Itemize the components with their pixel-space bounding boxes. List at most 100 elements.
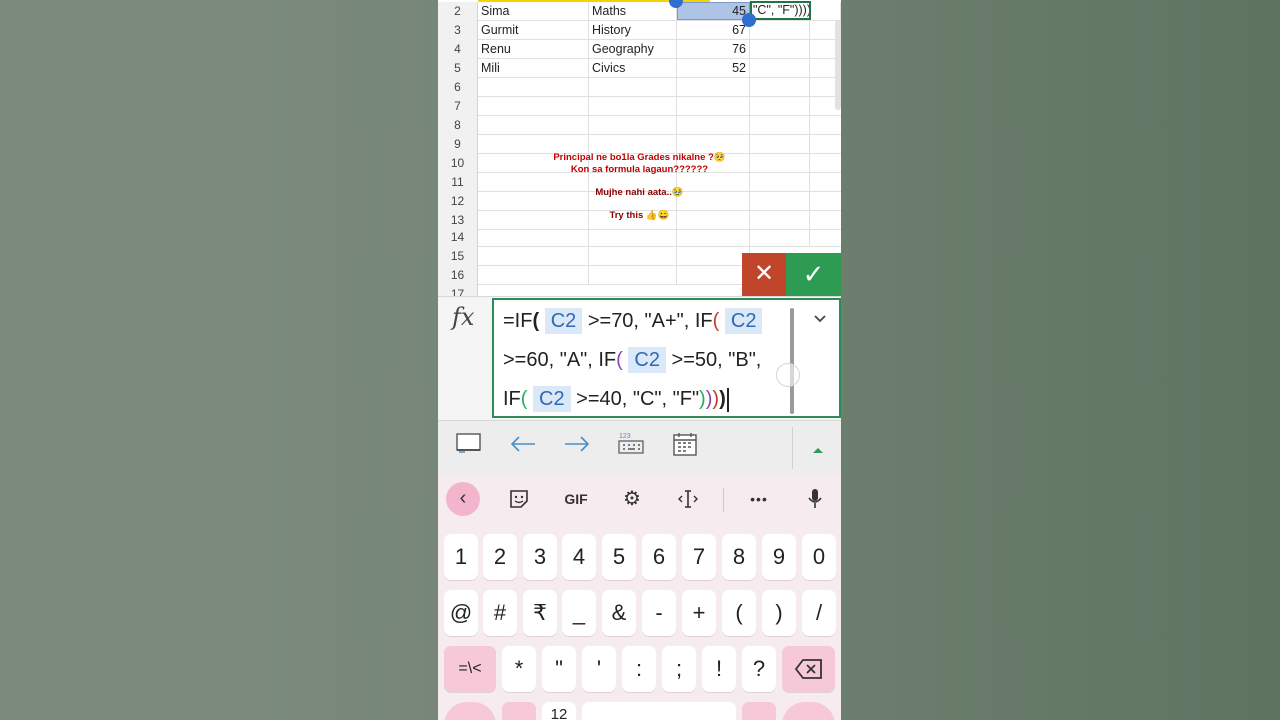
row-number[interactable]: 15 [438, 247, 478, 266]
cell-name[interactable]: Sima [478, 2, 589, 21]
sheet-row[interactable]: 7 [438, 97, 841, 116]
key-4[interactable]: 4 [562, 534, 596, 580]
text-cursor-button[interactable] [671, 482, 705, 516]
emoji-button[interactable] [444, 702, 496, 720]
row-number[interactable]: 6 [438, 78, 478, 97]
cell[interactable] [677, 116, 750, 135]
cell-grade[interactable] [750, 21, 810, 40]
sheet-row[interactable]: 4 Renu Geography 76 [438, 40, 841, 59]
row-number[interactable]: 5 [438, 59, 478, 78]
cell[interactable] [677, 228, 750, 247]
sheet-row[interactable]: 8 [438, 116, 841, 135]
next-cell-button[interactable] [562, 431, 592, 463]
row-number[interactable]: 16 [438, 266, 478, 285]
row-number[interactable]: 7 [438, 97, 478, 116]
key-2[interactable]: 2 [483, 534, 517, 580]
sheet-row[interactable]: 14 [438, 228, 841, 247]
space-bar[interactable] [582, 702, 736, 720]
backspace-button[interactable] [782, 646, 835, 692]
key-exclamation[interactable]: ! [702, 646, 736, 692]
more-options-button[interactable]: ••• [742, 482, 776, 516]
comma-key[interactable] [502, 702, 536, 720]
key-minus[interactable]: - [642, 590, 676, 636]
key-9[interactable]: 9 [762, 534, 796, 580]
cell-subject[interactable]: Maths [589, 2, 677, 21]
selected-cell-c2[interactable]: 45 [677, 2, 750, 20]
row-number[interactable]: 3 [438, 21, 478, 40]
key-semicolon[interactable]: ; [662, 646, 696, 692]
period-key[interactable] [742, 702, 776, 720]
cell[interactable] [589, 266, 677, 285]
formula-text[interactable]: =IF( C2 >=70, "A+", IF( C2 >=60, "A", IF(… [503, 302, 788, 419]
row-number[interactable]: 8 [438, 116, 478, 135]
cell[interactable] [677, 266, 750, 285]
numeric-keyboard-button[interactable]: 123 [616, 431, 646, 463]
key-3[interactable]: 3 [523, 534, 557, 580]
cell[interactable] [478, 97, 589, 116]
cell[interactable] [478, 228, 589, 247]
cell-name[interactable]: Gurmit [478, 21, 589, 40]
select-cell-button[interactable] [456, 431, 482, 463]
cell[interactable] [750, 228, 810, 247]
voice-input-button[interactable] [798, 482, 832, 516]
key-5[interactable]: 5 [602, 534, 636, 580]
sheet-row[interactable]: 6 [438, 78, 841, 97]
cell[interactable] [589, 247, 677, 266]
row-number[interactable]: 17 [438, 285, 478, 296]
keyboard-back-button[interactable]: ‹ [446, 482, 480, 516]
cell-grade[interactable] [750, 40, 810, 59]
cell[interactable] [478, 78, 589, 97]
cell[interactable] [478, 247, 589, 266]
cell[interactable] [750, 78, 810, 97]
row-number[interactable]: 2 [438, 2, 478, 21]
cell-name[interactable]: Mili [478, 59, 589, 78]
function-icon[interactable]: fx [452, 303, 474, 331]
cell-marks[interactable]: 52 [677, 59, 750, 78]
key-hash[interactable]: # [483, 590, 517, 636]
sheet-row[interactable]: 5 Mili Civics 52 [438, 59, 841, 78]
selection-handle-bottom[interactable] [742, 13, 756, 27]
active-cell-d2[interactable]: "C", "F")))) [750, 1, 811, 20]
key-at[interactable]: @ [444, 590, 478, 636]
key-ampersand[interactable]: & [602, 590, 636, 636]
formula-input[interactable]: =IF( C2 >=70, "A+", IF( C2 >=60, "A", IF(… [492, 298, 841, 418]
key-open-paren[interactable]: ( [722, 590, 756, 636]
cell-reference-token[interactable]: C2 [724, 308, 763, 334]
key-7[interactable]: 7 [682, 534, 716, 580]
cell-subject[interactable]: History [589, 21, 677, 40]
key-8[interactable]: 8 [722, 534, 756, 580]
key-1[interactable]: 1 [444, 534, 478, 580]
row-number[interactable]: 4 [438, 40, 478, 59]
gif-button[interactable]: GIF [559, 482, 593, 516]
key-0[interactable]: 0 [802, 534, 836, 580]
key-asterisk[interactable]: * [502, 646, 536, 692]
cell-reference-token[interactable]: C2 [544, 308, 583, 334]
cell[interactable] [750, 97, 810, 116]
key-double-quote[interactable]: " [542, 646, 576, 692]
cell-marks[interactable]: 67 [677, 21, 750, 40]
cell[interactable] [589, 116, 677, 135]
key-rupee[interactable]: ₹ [523, 590, 557, 636]
symbols-page-button[interactable]: =\< [444, 646, 496, 692]
sheet-row[interactable]: 3 Gurmit History 67 [438, 21, 841, 40]
vertical-scrollbar[interactable] [835, 20, 841, 110]
cell-subject[interactable]: Geography [589, 40, 677, 59]
cell[interactable] [478, 266, 589, 285]
cell[interactable] [750, 116, 810, 135]
key-underscore[interactable]: _ [562, 590, 596, 636]
cell-subject[interactable]: Civics [589, 59, 677, 78]
cell-reference-token[interactable]: C2 [533, 386, 571, 412]
cell[interactable] [589, 78, 677, 97]
cell-grade[interactable] [750, 59, 810, 78]
enter-key[interactable] [782, 702, 835, 720]
sticker-button[interactable] [502, 482, 536, 516]
key-single-quote[interactable]: ' [582, 646, 616, 692]
cell[interactable] [478, 116, 589, 135]
cell[interactable] [589, 97, 677, 116]
spreadsheet-grid[interactable]: 2 Sima Maths 45 "C", "F")))) 3 Gurmit Hi… [438, 0, 841, 296]
cell[interactable] [677, 78, 750, 97]
cell[interactable] [589, 228, 677, 247]
collapse-toolbar-button[interactable] [808, 431, 828, 463]
previous-cell-button[interactable] [508, 431, 538, 463]
formula-scrollbar[interactable] [790, 308, 794, 414]
